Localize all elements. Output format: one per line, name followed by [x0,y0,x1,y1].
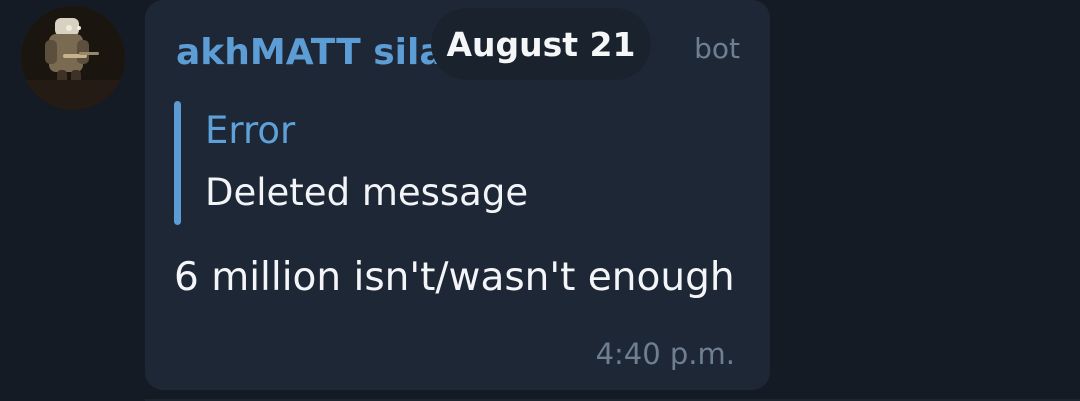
reply-text: Deleted message [205,171,529,214]
reply-title: Error [205,109,296,152]
bot-badge: bot [694,32,740,65]
chat-view: akhMATT sila bot Error Deleted message 6… [0,0,1080,401]
sender-avatar[interactable] [21,6,125,110]
message-timestamp: 4:40 p.m. [595,337,735,371]
reply-preview[interactable]: Error Deleted message [174,101,734,225]
date-label: August 21 [446,24,636,64]
reply-accent-bar [174,101,181,225]
avatar-image [21,6,125,110]
date-pill: August 21 [431,8,651,80]
sender-name[interactable]: akhMATT sila [176,32,444,73]
message-text: 6 million isn't/wasn't enough [174,255,735,300]
